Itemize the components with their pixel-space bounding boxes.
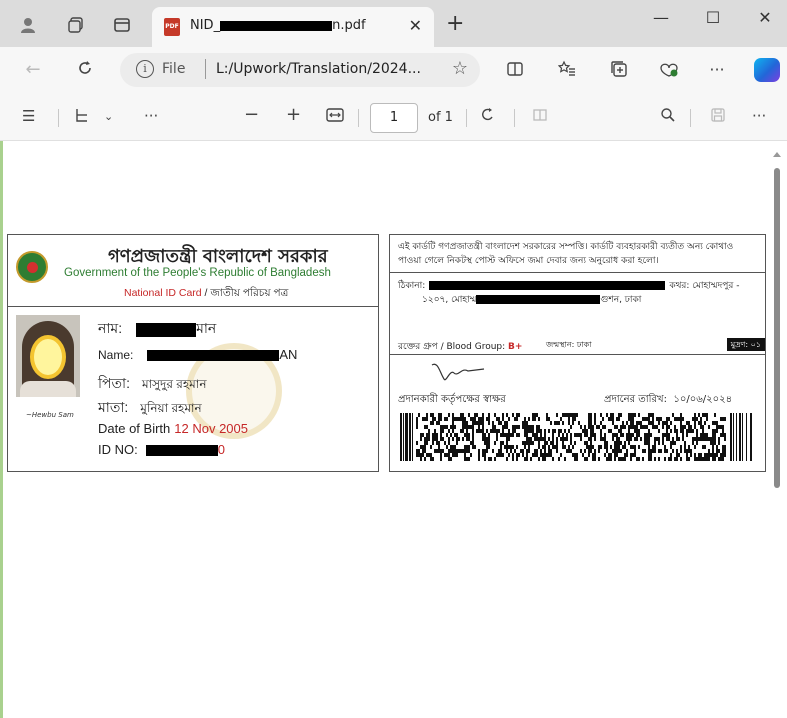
vertical-scrollbar[interactable] [770, 148, 784, 718]
close-window-button[interactable]: ✕ [750, 8, 780, 27]
print-serial-badge: মুদ্রণ: ০১ [726, 338, 765, 351]
toolbar-divider [58, 109, 59, 127]
more-tools-icon[interactable]: ··· [144, 107, 158, 125]
address-bar-row: ← i File L:/Upwork/Translation/2024... ☆… [0, 47, 787, 95]
mother-row: মাতা: মুনিয়া রহমান [98, 399, 202, 415]
zoom-in-button[interactable]: + [286, 104, 301, 125]
tab-strip: PDF NID_ n.pdf ✕ + — ☐ ✕ [0, 0, 787, 47]
nid-back-card: এই কার্ডটি গণপ্রজাতন্ত্রী বাংলাদেশ সরকার… [389, 234, 766, 472]
search-icon[interactable] [660, 107, 676, 127]
tab-actions-icon[interactable] [110, 13, 134, 37]
fit-to-width-icon[interactable] [326, 107, 344, 127]
redaction-bar [429, 281, 666, 290]
name-bn-row: নাম: মান [98, 320, 217, 337]
page-view-icon[interactable] [532, 107, 548, 127]
ownership-notice: এই কার্ডটি গণপ্রজাতন্ত্রী বাংলাদেশ সরকার… [390, 235, 765, 273]
browser-essentials-icon[interactable] [656, 60, 682, 82]
collections-icon[interactable] [606, 60, 632, 82]
split-screen-icon[interactable] [502, 60, 528, 82]
face-redaction-circle [30, 335, 66, 379]
address-input[interactable]: i File L:/Upwork/Translation/2024... ☆ [120, 53, 480, 87]
nid-english-title: Government of the People's Republic of B… [64, 267, 331, 279]
page-total-label: of 1 [428, 110, 453, 125]
toolbar-divider [466, 109, 467, 127]
url-text[interactable]: L:/Upwork/Translation/2024... [216, 61, 421, 77]
blood-group-value: B+ [508, 342, 523, 352]
omnibox-divider [205, 59, 206, 79]
back-button[interactable]: ← [20, 59, 46, 80]
workspaces-icon[interactable] [64, 13, 88, 37]
birth-place: জন্মস্থান: ঢাকা [546, 340, 592, 349]
pdf417-barcode [400, 413, 752, 461]
save-icon[interactable] [710, 107, 726, 127]
chevron-down-icon[interactable]: ⌄ [104, 110, 113, 123]
address-block: ঠিকানা: কথর: মোহাম্মদপুর - ১২০৭, মোহাম্ম গ… [398, 281, 740, 305]
favorites-icon[interactable] [554, 60, 580, 82]
rotate-icon[interactable] [480, 107, 496, 127]
minimize-button[interactable]: — [646, 8, 676, 27]
close-tab-icon[interactable]: ✕ [409, 16, 422, 35]
maximize-button[interactable]: ☐ [698, 8, 728, 27]
page-number-input[interactable]: 1 [370, 103, 418, 133]
name-en-row: Name: AN [98, 347, 298, 362]
pdf-file-icon: PDF [164, 18, 180, 36]
new-tab-button[interactable]: + [446, 11, 464, 36]
url-scheme-label: File [162, 61, 186, 77]
add-favorite-star-icon[interactable]: ☆ [452, 58, 468, 79]
toolbar-divider [358, 109, 359, 127]
blood-group-row: রক্তের গ্রুপ / Blood Group: B+ জন্মস্থান… [390, 335, 765, 355]
father-row: পিতা: মাসুদুর রহমান [98, 375, 207, 391]
scroll-up-arrow[interactable] [773, 152, 781, 157]
authority-signature [431, 363, 485, 381]
toolbar-divider [514, 109, 515, 127]
nid-front-header: গণপ্রজাতন্ত্রী বাংলাদেশ সরকার Government… [8, 235, 378, 307]
redaction-bar [476, 295, 601, 304]
issue-date: প্রদানের তারিখ: ১০/০৬/২০২৪ [604, 394, 733, 405]
id-number-row: ID NO: 0 [98, 442, 225, 457]
nid-front-card: গণপ্রজাতন্ত্রী বাংলাদেশ সরকার Government… [7, 234, 379, 472]
holder-signature: ~Hewbu Sam [26, 411, 74, 419]
pdf-toolbar: ☰ ⌄ ··· − + 1 of 1 ··· [0, 95, 787, 141]
nid-card-type: National ID Card / জাতীয় পরিচয় পত্র [124, 287, 289, 299]
redaction-bar [147, 350, 280, 362]
copilot-icon[interactable] [754, 58, 780, 82]
authority-signature-label: প্রদানকারী কর্তৃপক্ষের স্বাক্ষর [398, 394, 506, 405]
dob-row: Date of Birth 12 Nov 2005 [98, 421, 248, 436]
holder-photo [16, 315, 80, 397]
scrollbar-thumb[interactable] [774, 168, 780, 488]
redaction-bar [136, 322, 197, 337]
contents-list-icon[interactable]: ☰ [22, 107, 35, 125]
toolbar-divider [690, 109, 691, 127]
tab-pdf-document[interactable]: PDF NID_ n.pdf ✕ [152, 7, 434, 47]
draw-icon[interactable] [74, 107, 90, 127]
zoom-out-button[interactable]: − [244, 104, 259, 125]
info-icon[interactable]: i [136, 60, 154, 78]
profile-icon[interactable] [16, 13, 40, 37]
pdf-more-icon[interactable]: ··· [752, 107, 766, 125]
tab-title: NID_ n.pdf [190, 18, 366, 33]
redaction-bar [220, 20, 333, 31]
government-emblem-icon [16, 251, 48, 283]
refresh-button[interactable] [72, 59, 98, 82]
redaction-bar [145, 445, 218, 457]
more-menu-icon[interactable]: ··· [704, 60, 730, 79]
